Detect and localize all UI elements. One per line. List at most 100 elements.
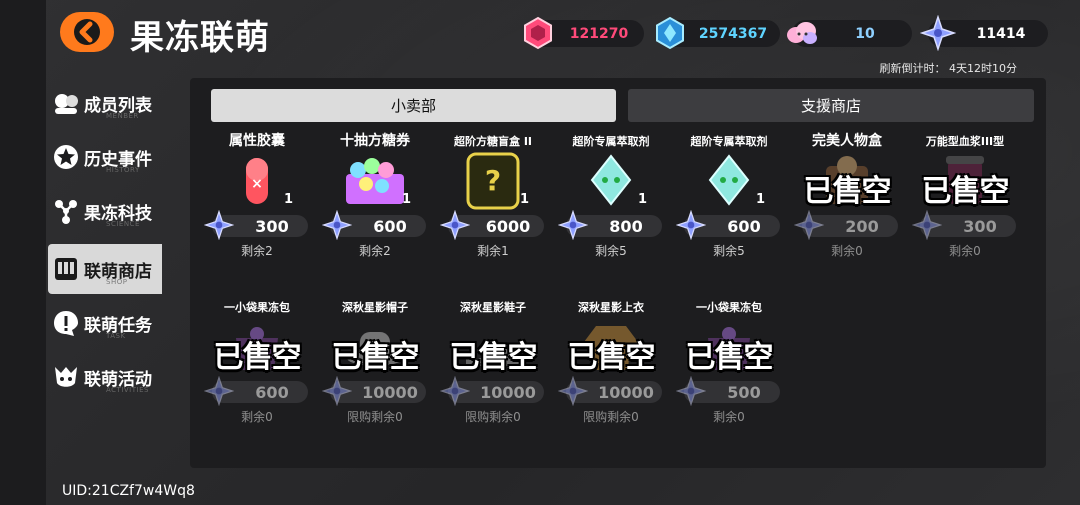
currency-value: 121270: [569, 25, 629, 42]
item-remaining: 剩余1: [477, 244, 509, 258]
star-shard-icon: [676, 376, 706, 406]
sidebar-item-activities[interactable]: 联萌活动 ACTIVITIES: [48, 352, 162, 402]
buy-price-button[interactable]: 300: [912, 210, 1016, 240]
currency-value: 11414: [976, 25, 1026, 42]
item-name: 深秋星影上衣: [578, 301, 644, 314]
star-shard-icon: [440, 376, 470, 406]
shop-item[interactable]: 深秋星影帽子已售空 10000 限购剩余0: [320, 296, 430, 431]
page-title: 果冻联萌: [130, 18, 270, 58]
item-remaining: 剩余2: [359, 244, 391, 258]
star-shard-icon: [440, 210, 470, 240]
currency-hex-gem[interactable]: 121270: [524, 16, 644, 50]
item-price: 600: [255, 383, 289, 402]
item-price: 10000: [480, 383, 536, 402]
item-quantity: 1: [520, 192, 530, 207]
item-price: 600: [727, 217, 761, 236]
sidebar-item-sublabel: SHOP: [106, 278, 128, 286]
mystery-box-icon: ?: [466, 152, 520, 210]
item-name: 超阶专属萃取剂: [690, 135, 768, 148]
sold-out-stamp: 已售空: [803, 174, 892, 209]
star-shard-icon: [558, 210, 588, 240]
currency-crystal[interactable]: 2574367: [656, 16, 780, 50]
sold-out-stamp: 已售空: [921, 174, 1010, 209]
shop-item[interactable]: 一小袋果冻包 已售空 500 剩余0: [674, 296, 784, 431]
star-icon: [54, 145, 78, 169]
shop-item[interactable]: 超阶专属萃取剂 1 800 剩余5: [556, 130, 666, 265]
molecule-icon: [55, 200, 77, 224]
item-price: 800: [609, 217, 643, 236]
sidebar-item-sublabel: SCIENCE: [106, 220, 140, 228]
item-quantity: 1: [402, 192, 412, 207]
item-name: 属性胶囊: [229, 133, 285, 149]
crystal-icon: [656, 16, 684, 50]
shop-item[interactable]: 属性胶囊 × 1 300 剩余2: [202, 130, 312, 265]
star-shard-icon: [912, 210, 942, 240]
shop-item[interactable]: 十抽方糖券 1 600 剩余2: [320, 130, 430, 265]
sidebar-item-history[interactable]: 历史事件 HISTORY: [48, 132, 162, 182]
item-name: 完美人物盒: [812, 133, 882, 149]
item-remaining: 剩余0: [713, 410, 745, 424]
item-price: 600: [373, 217, 407, 236]
sold-out-stamp: 已售空: [331, 340, 420, 375]
currency-value: 10: [855, 25, 875, 42]
shop-item[interactable]: 完美人物盒 已售空 200 剩余0: [792, 130, 902, 265]
item-remaining: 限购剩余0: [583, 410, 639, 424]
item-price: 300: [963, 217, 997, 236]
buy-price-button[interactable]: 10000: [558, 376, 662, 406]
shop-item[interactable]: 超阶方糖盲盒 II? 1 6000 剩余1: [438, 130, 548, 265]
item-remaining: 剩余0: [241, 410, 273, 424]
task-icon: [54, 311, 78, 336]
sold-out-stamp: 已售空: [449, 340, 538, 375]
shop-item[interactable]: 一小袋果冻包 已售空 600 剩余0: [202, 296, 312, 431]
item-price: 500: [727, 383, 761, 402]
extract-crystal-icon: [708, 154, 750, 206]
star-shard-icon: [204, 376, 234, 406]
sidebar-item-sublabel: ACTIVITIES: [106, 386, 149, 394]
buy-price-button[interactable]: 600: [676, 210, 780, 240]
item-name: 一小袋果冻包: [696, 301, 762, 314]
item-name: 一小袋果冻包: [224, 301, 290, 314]
back-button[interactable]: [60, 12, 114, 52]
buy-price-button[interactable]: 6000: [440, 210, 544, 240]
item-name: 超阶方糖盲盒 II: [453, 135, 532, 148]
buy-price-button[interactable]: 10000: [322, 376, 426, 406]
star-shard-icon: [920, 15, 956, 51]
tab-snack-shop[interactable]: 小卖部: [211, 89, 616, 122]
cloud-candy-icon: [787, 22, 817, 44]
star-shard-icon: [322, 210, 352, 240]
item-remaining: 限购剩余0: [347, 410, 403, 424]
buy-price-button[interactable]: 300: [204, 210, 308, 240]
currency-cloud-candy[interactable]: 10: [787, 20, 912, 47]
star-shard-icon: [558, 376, 588, 406]
item-price: 300: [255, 217, 289, 236]
sidebar-item-members[interactable]: 成员列表 MENBER: [48, 78, 162, 128]
svg-text:×: ×: [251, 176, 263, 192]
tab-support-shop[interactable]: 支援商店: [628, 89, 1034, 122]
shop-item[interactable]: 深秋星影上衣 已售空 10000 限购剩余0: [556, 296, 666, 431]
star-shard-icon: [322, 376, 352, 406]
item-name: 万能型血浆III型: [925, 135, 1005, 148]
buy-price-button[interactable]: 600: [322, 210, 426, 240]
buy-price-button[interactable]: 800: [558, 210, 662, 240]
shop-item[interactable]: 深秋星影鞋子 已售空 10000 限购剩余0: [438, 296, 548, 431]
buy-price-button[interactable]: 600: [204, 376, 308, 406]
item-quantity: 1: [284, 192, 294, 207]
item-price: 10000: [598, 383, 654, 402]
sidebar-item-task[interactable]: 联萌任务 TASK: [48, 298, 162, 348]
buy-price-button[interactable]: 10000: [440, 376, 544, 406]
sidebar-item-shop[interactable]: 联萌商店 SHOP: [48, 244, 162, 294]
sidebar-item-science[interactable]: 果冻科技 SCIENCE: [48, 186, 162, 236]
sidebar-item-sublabel: HISTORY: [106, 166, 140, 174]
left-edge-strip: [0, 0, 46, 505]
star-shard-icon: [794, 210, 824, 240]
currency-star-shard[interactable]: 11414: [920, 15, 1048, 51]
item-name: 深秋星影帽子: [342, 301, 408, 314]
currency-value: 2574367: [698, 25, 768, 42]
shop-item[interactable]: 超阶专属萃取剂 1 600 剩余5: [674, 130, 784, 265]
buy-price-button[interactable]: 500: [676, 376, 780, 406]
item-remaining: 剩余2: [241, 244, 273, 258]
buy-price-button[interactable]: 200: [794, 210, 898, 240]
hex-gem-icon: [524, 16, 552, 50]
item-name: 超阶专属萃取剂: [572, 135, 650, 148]
shop-item[interactable]: 万能型血浆III型 已售空 300 剩余0: [910, 130, 1020, 265]
